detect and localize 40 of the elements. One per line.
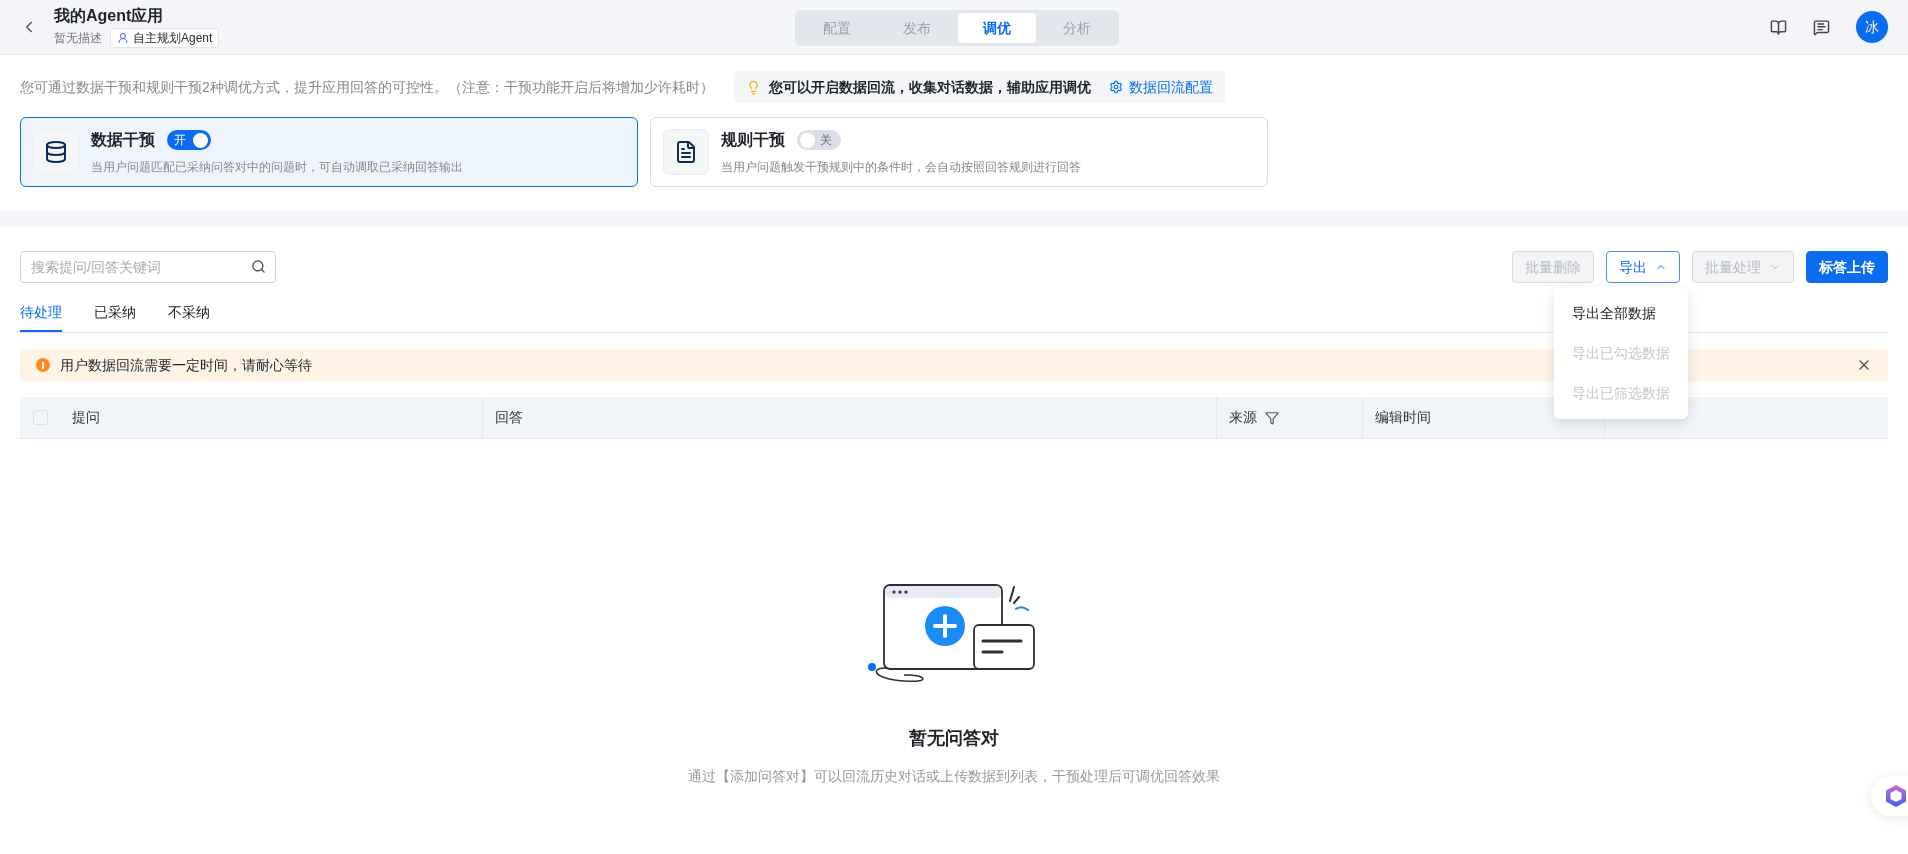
settings-icon — [1108, 80, 1123, 94]
menu-item[interactable]: 导出全部数据 — [1554, 293, 1688, 333]
book-icon[interactable] — [1770, 18, 1787, 36]
app-description: 暂无描述 — [54, 30, 102, 47]
status-tab[interactable]: 待处理 — [20, 295, 62, 332]
tip-text: 您可以开启数据回流，收集对话数据，辅助应用调优 — [768, 77, 1091, 97]
toggle-switch[interactable]: 关 — [797, 130, 841, 150]
card-title: 数据干预 — [91, 130, 155, 150]
card-description: 当用户问题触发干预规则中的条件时，会自动按照回答规则进行回答 — [721, 159, 1081, 176]
column-header: 编辑时间 — [1375, 408, 1431, 427]
intervention-card[interactable]: 规则干预 关 当用户问题触发干预规则中的条件时，会自动按照回答规则进行回答 — [650, 117, 1268, 187]
alert-text: 用户数据回流需要一定时间，请耐心等待 — [60, 355, 312, 375]
filter-icon[interactable] — [1265, 410, 1279, 425]
toggle-switch[interactable]: 开 — [167, 130, 211, 150]
upload-button[interactable]: 标答上传 — [1806, 251, 1888, 283]
agent-badge: 自主规划Agent — [110, 28, 220, 48]
column-header: 提问 — [72, 408, 100, 427]
intro-text: 您可通过数据干预和规则干预2种调优方式，提升应用回答的可控性。（注意：干预功能开启后将增加少许耗时） — [20, 77, 714, 97]
column-header: 来源 — [1229, 407, 1279, 428]
mode-tab[interactable]: 调优 — [958, 13, 1036, 43]
intervention-card[interactable]: 数据干预 开 当用户问题匹配已采纳问答对中的问题时，可自动调取已采纳回答输出 — [20, 117, 638, 187]
database-icon — [44, 140, 68, 164]
status-tab[interactable]: 不采纳 — [168, 295, 210, 332]
card-description: 当用户问题匹配已采纳问答对中的问题时，可自动调取已采纳回答输出 — [91, 159, 463, 176]
card-title: 规则干预 — [721, 130, 785, 150]
dropdown-button[interactable]: 导出 — [1606, 251, 1680, 283]
column-header: 回答 — [495, 408, 523, 427]
search-field[interactable]: 搜索提问/回答关键词 — [20, 251, 276, 283]
document-icon — [674, 140, 698, 164]
agent-icon — [117, 32, 129, 44]
message-icon[interactable] — [1813, 18, 1830, 36]
empty-title: 暂无问答对 — [909, 727, 999, 750]
user-avatar[interactable]: 冰 — [1856, 11, 1888, 43]
empty-description: 通过【添加问答对】可以回流历史对话或上传数据到列表，干预处理后可调优回答效果 — [688, 767, 1220, 786]
search-icon[interactable] — [251, 259, 266, 274]
app-title: 我的Agent应用 — [54, 6, 165, 26]
warning-icon — [36, 358, 50, 372]
status-tab[interactable]: 已采纳 — [94, 295, 136, 332]
hexagon-logo-icon — [1885, 784, 1907, 808]
config-link[interactable]: 数据回流配置 — [1108, 76, 1213, 98]
